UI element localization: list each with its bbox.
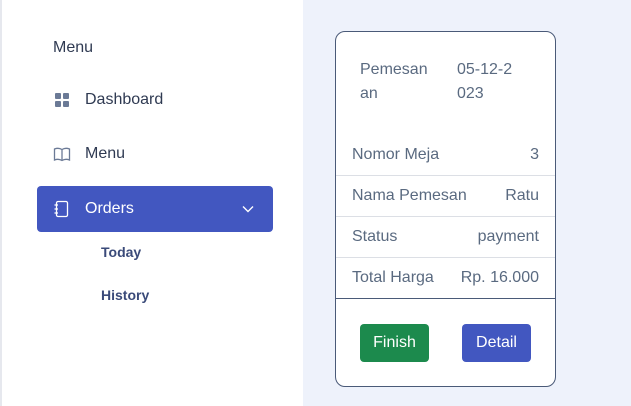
sidebar-item-label: Orders	[85, 200, 134, 217]
order-row-value: payment	[477, 228, 539, 245]
finish-button[interactable]: Finish	[360, 324, 429, 362]
order-row-total-price: Total Harga Rp. 16.000	[336, 258, 555, 299]
book-icon	[53, 147, 71, 162]
order-date-row: Pemesanan 05-12-2023	[360, 58, 539, 106]
order-date-label: Pemesanan	[360, 61, 428, 102]
order-row-customer-name: Nama Pemesan Ratu	[336, 176, 555, 217]
sidebar-subitem-today[interactable]: Today	[101, 244, 141, 260]
sidebar: Menu Dashboard Menu Orders Today History	[0, 0, 303, 406]
sidebar-item-dashboard[interactable]: Dashboard	[37, 77, 273, 123]
chevron-down-icon[interactable]	[241, 202, 255, 216]
notebook-icon	[54, 200, 69, 218]
order-date-value: 05-12-2023	[457, 61, 513, 102]
sidebar-item-label: Dashboard	[85, 91, 164, 108]
sidebar-heading: Menu	[53, 39, 94, 56]
dashboard-grid-icon	[55, 93, 69, 107]
order-row-label: Nama Pemesan	[352, 187, 467, 204]
sidebar-item-menu[interactable]: Menu	[37, 131, 273, 177]
order-row-value: Ratu	[505, 187, 539, 204]
sidebar-subitem-history[interactable]: History	[101, 287, 149, 303]
order-row-label: Total Harga	[352, 269, 434, 286]
sidebar-item-orders[interactable]: Orders	[37, 186, 273, 232]
order-row-value: Rp. 16.000	[460, 269, 539, 286]
order-row-label: Status	[352, 228, 398, 245]
order-row-status: Status payment	[336, 217, 555, 258]
order-card: Pemesanan 05-12-2023 Nomor Meja 3 Nama P…	[335, 31, 556, 387]
order-row-table-number: Nomor Meja 3	[336, 135, 555, 176]
detail-button[interactable]: Detail	[462, 324, 531, 362]
order-row-value: 3	[530, 146, 539, 163]
order-row-label: Nomor Meja	[352, 146, 440, 163]
sidebar-item-label: Menu	[85, 145, 126, 162]
